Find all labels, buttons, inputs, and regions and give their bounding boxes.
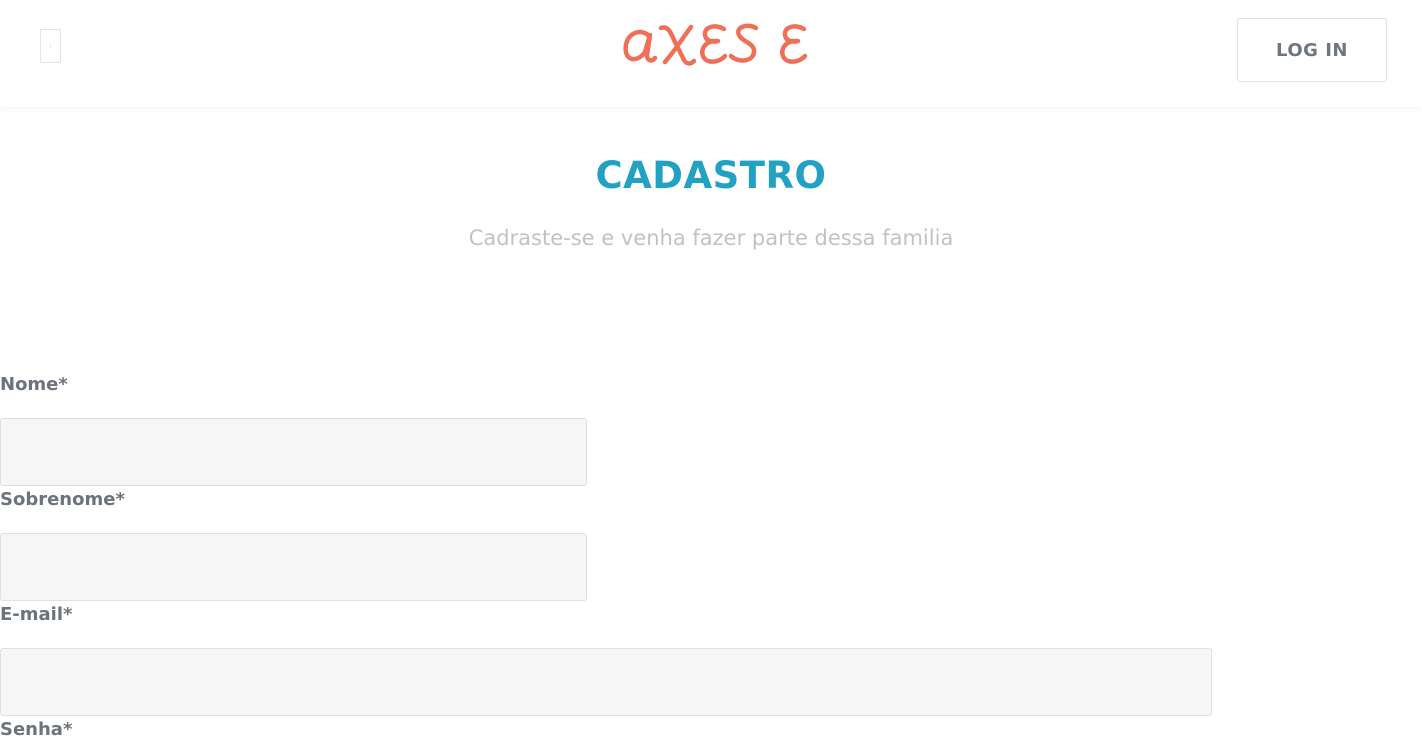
password-label: Senha* <box>0 719 73 740</box>
login-button[interactable]: LOG IN <box>1237 18 1387 82</box>
last-name-input[interactable] <box>0 533 587 601</box>
last-name-label: Sobrenome* <box>0 489 125 510</box>
brand-logo-graphic <box>623 23 808 66</box>
email-label: E-mail* <box>0 604 73 625</box>
page-title: CADASTRO <box>595 154 827 197</box>
page-subtitle: Cadraste-se e venha fazer parte dessa fa… <box>468 226 954 250</box>
menu-icon-glyph: ⁝ <box>49 40 52 51</box>
first-name-label: Nome* <box>0 374 68 395</box>
email-input[interactable] <box>0 648 1212 716</box>
first-name-input[interactable] <box>0 418 587 486</box>
site-header: ⁝ LOG IN <box>0 0 1422 107</box>
brand-logo[interactable] <box>617 10 813 72</box>
menu-icon[interactable]: ⁝ <box>40 29 61 63</box>
